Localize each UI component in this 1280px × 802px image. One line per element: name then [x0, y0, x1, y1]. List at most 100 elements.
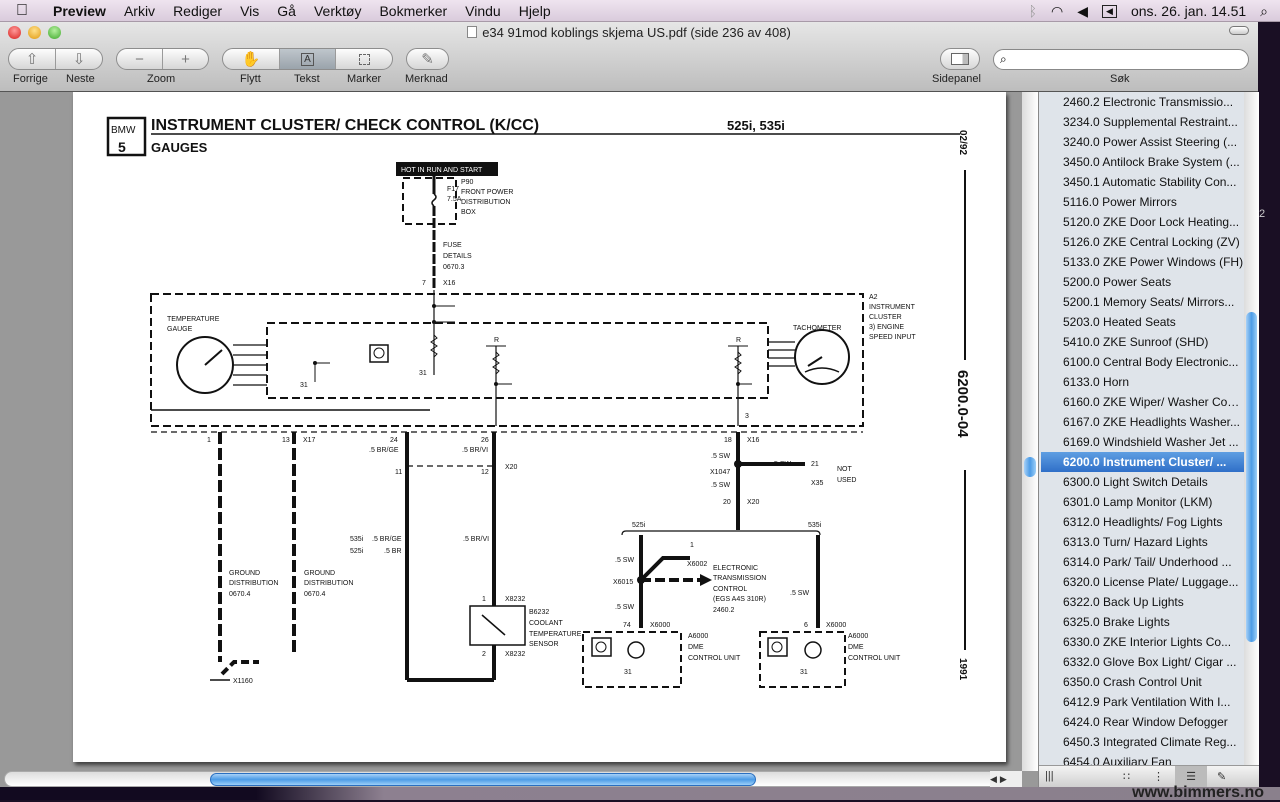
spotlight-icon[interactable]: ⌕ — [1260, 3, 1268, 20]
bookmark-item[interactable]: 6200.0 Instrument Cluster/ ... — [1041, 452, 1244, 472]
bookmark-item[interactable]: 6330.0 ZKE Interior Lights Co... — [1041, 632, 1244, 652]
menu-hjelp[interactable]: Hjelp — [510, 3, 560, 19]
menu-bokmerker[interactable]: Bokmerker — [370, 3, 456, 19]
apple-icon[interactable]:  — [16, 2, 34, 20]
label: 1 — [482, 596, 486, 603]
bluetooth-icon[interactable]: ᛒ — [1029, 3, 1037, 19]
zoom-buttons: − + — [116, 48, 209, 70]
label: .5 SW — [711, 482, 730, 489]
menu-vis[interactable]: Vis — [231, 3, 268, 19]
previous-page-button[interactable]: ⇧ — [9, 49, 56, 69]
bookmark-item[interactable]: 3234.0 Supplemental Restraint... — [1041, 112, 1244, 132]
sidebar-scrollbar[interactable] — [1244, 92, 1259, 765]
arrow-up-icon: ⇧ — [25, 51, 39, 68]
label: TEMPERATURE — [529, 631, 582, 638]
bookmark-item[interactable]: 3450.1 Automatic Stability Con... — [1041, 172, 1244, 192]
menu-ga[interactable]: Gå — [268, 3, 305, 19]
clock[interactable]: ons. 26. jan. 14.51 — [1131, 3, 1246, 19]
label: CLUSTER — [869, 314, 902, 321]
label: X6000 — [650, 622, 670, 629]
thumbnails-icon[interactable]: ⋮ — [1153, 770, 1164, 783]
zoom-in-button[interactable]: + — [163, 49, 208, 69]
horizontal-scroll-thumb[interactable] — [210, 773, 756, 786]
label: .5 BR/GE — [369, 447, 399, 454]
vertical-scroll-thumb[interactable] — [1024, 457, 1036, 477]
label: X20 — [747, 499, 760, 506]
toolbar-toggle-button[interactable] — [1229, 26, 1249, 35]
menu-rediger[interactable]: Rediger — [164, 3, 231, 19]
next-page-button[interactable]: ⇩ — [56, 49, 102, 69]
bookmark-item[interactable]: 6454.0 Auxiliary Fan — [1041, 752, 1244, 765]
pdf-document-icon — [467, 26, 478, 38]
menu-arkiv[interactable]: Arkiv — [115, 3, 164, 19]
vertical-scrollbar[interactable] — [1022, 92, 1038, 771]
label: USED — [837, 477, 856, 484]
label: DETAILS — [443, 253, 472, 260]
select-tool-button[interactable] — [336, 49, 392, 69]
bookmark-item[interactable]: 6100.0 Central Body Electronic... — [1041, 352, 1244, 372]
bookmark-item[interactable]: 6314.0 Park/ Tail/ Underhood ... — [1041, 552, 1244, 572]
bookmark-item[interactable]: 5410.0 ZKE Sunroof (SHD) — [1041, 332, 1244, 352]
wifi-icon[interactable]: ◠ — [1051, 3, 1063, 20]
menu-vindu[interactable]: Vindu — [456, 3, 510, 19]
bookmark-item[interactable]: 6313.0 Turn/ Hazard Lights — [1041, 532, 1244, 552]
pdf-page[interactable]: BMW 5 INSTRUMENT CLUSTER/ CHECK CONTROL … — [73, 92, 1006, 762]
annotations-icon[interactable]: ✎ — [1217, 770, 1226, 783]
label: DME — [688, 644, 704, 651]
label: 12 — [481, 469, 489, 476]
bookmark-item[interactable]: 5133.0 ZKE Power Windows (FH) — [1041, 252, 1244, 272]
menu-verktoy[interactable]: Verktøy — [305, 3, 370, 19]
zoom-out-button[interactable]: − — [117, 49, 163, 69]
bookmark-item[interactable]: 6300.0 Light Switch Details — [1041, 472, 1244, 492]
bookmark-item[interactable]: 2460.2 Electronic Transmissio... — [1041, 92, 1244, 112]
menu-app[interactable]: Preview — [44, 3, 115, 19]
label: X8232 — [505, 651, 525, 658]
sidebar-scroll-thumb[interactable] — [1246, 312, 1257, 642]
label: DISTRIBUTION — [229, 580, 278, 587]
bookmark-item[interactable]: 6424.0 Rear Window Defogger — [1041, 712, 1244, 732]
volume-icon[interactable]: ◀ — [1077, 3, 1088, 20]
label: 3) ENGINE — [869, 324, 904, 331]
bookmark-item[interactable]: 6167.0 ZKE Headlights Washer... — [1041, 412, 1244, 432]
text-tool-button[interactable]: A — [279, 49, 337, 69]
move-tool-button[interactable]: ✋ — [223, 49, 280, 69]
arrow-left-icon[interactable]: ◀ — [990, 774, 997, 785]
horizontal-scrollbar[interactable] — [4, 771, 1006, 787]
contact-sheet-icon[interactable]: ∷ — [1123, 770, 1130, 783]
label: 2460.2 — [713, 607, 735, 614]
bookmark-item[interactable]: 6301.0 Lamp Monitor (LKM) — [1041, 492, 1244, 512]
search-input[interactable]: ⌕ — [993, 49, 1249, 70]
bookmark-item[interactable]: 6133.0 Horn — [1041, 372, 1244, 392]
resize-handle-icon[interactable]: ||| — [1045, 770, 1054, 782]
battery-icon[interactable]: ◀ — [1102, 4, 1117, 18]
bookmark-item[interactable]: 6169.0 Windshield Washer Jet ... — [1041, 432, 1244, 452]
toolbar: e34 91mod koblings skjema US.pdf (side 2… — [0, 22, 1258, 92]
horizontal-scroll-arrows[interactable]: ◀ ▶ — [990, 771, 1022, 787]
bookmark-item[interactable]: 5200.1 Memory Seats/ Mirrors... — [1041, 292, 1244, 312]
label: COOLANT — [529, 620, 564, 627]
bookmark-item[interactable]: 6160.0 ZKE Wiper/ Washer Control — [1041, 392, 1244, 412]
bookmark-item[interactable]: 6332.0 Glove Box Light/ Cigar ... — [1041, 652, 1244, 672]
bookmark-item[interactable]: 5203.0 Heated Seats — [1041, 312, 1244, 332]
bookmark-item[interactable]: 6312.0 Headlights/ Fog Lights — [1041, 512, 1244, 532]
bookmark-item[interactable]: 6325.0 Brake Lights — [1041, 612, 1244, 632]
bookmark-item[interactable]: 6450.3 Integrated Climate Reg... — [1041, 732, 1244, 752]
bookmark-item[interactable]: 3240.0 Power Assist Steering (... — [1041, 132, 1244, 152]
bookmark-item[interactable]: 6412.9 Park Ventilation With I... — [1041, 692, 1244, 712]
arrow-right-icon[interactable]: ▶ — [1000, 774, 1007, 785]
annotate-button[interactable]: ✎ — [406, 48, 449, 70]
label: BOX — [461, 209, 476, 216]
bookmark-item[interactable]: 6350.0 Crash Control Unit — [1041, 672, 1244, 692]
bookmark-item[interactable]: 6322.0 Back Up Lights — [1041, 592, 1244, 612]
watermark: www.bimmers.no — [1132, 784, 1264, 801]
label: 13 — [282, 437, 290, 444]
bookmark-item[interactable]: 6320.0 License Plate/ Luggage... — [1041, 572, 1244, 592]
bookmark-item[interactable]: 5116.0 Power Mirrors — [1041, 192, 1244, 212]
bookmark-item[interactable]: 3450.0 Antilock Brake System (... — [1041, 152, 1244, 172]
window-title: e34 91mod koblings skjema US.pdf (side 2… — [0, 25, 1258, 40]
bookmark-item[interactable]: 5200.0 Power Seats — [1041, 272, 1244, 292]
sidebar-toggle-button[interactable] — [940, 48, 980, 70]
bookmark-item[interactable]: 5126.0 ZKE Central Locking (ZV) — [1041, 232, 1244, 252]
sidebar-icon — [951, 53, 969, 65]
bookmark-item[interactable]: 5120.0 ZKE Door Lock Heating... — [1041, 212, 1244, 232]
